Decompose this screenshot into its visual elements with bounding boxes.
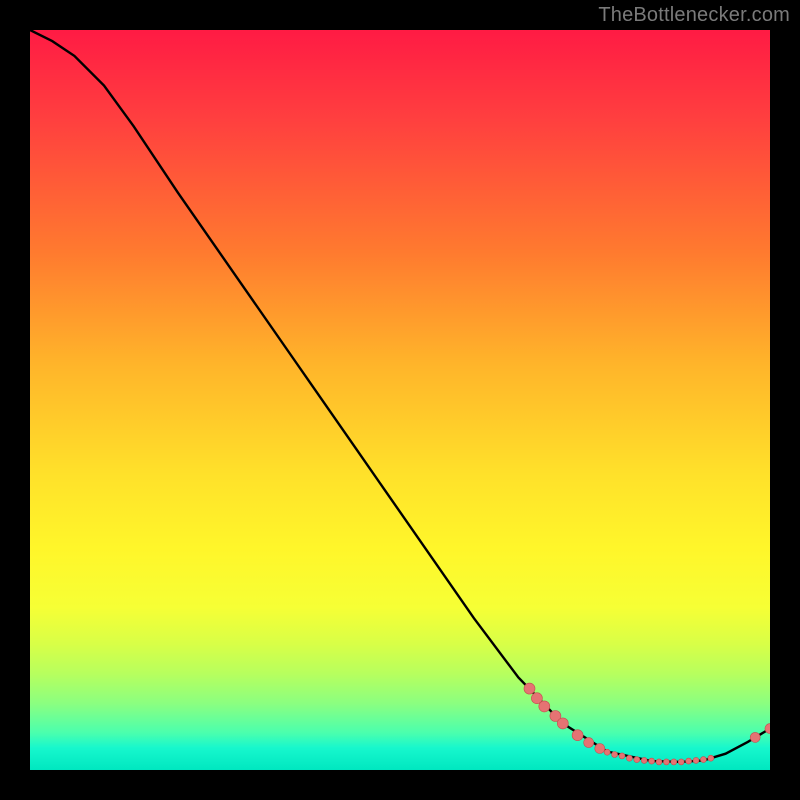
data-marker (656, 759, 662, 765)
data-marker (649, 758, 655, 764)
data-marker (634, 757, 640, 763)
data-marker (604, 749, 610, 755)
data-marker (612, 752, 618, 758)
chart-svg (30, 30, 770, 770)
data-markers (524, 683, 770, 765)
data-marker (641, 757, 647, 763)
data-marker (626, 755, 632, 761)
data-marker (595, 744, 605, 754)
chart-frame: TheBottlenecker.com (0, 0, 800, 800)
data-marker (524, 683, 535, 694)
data-marker (700, 757, 706, 763)
data-marker (539, 701, 550, 712)
data-marker (678, 759, 684, 765)
data-marker (671, 759, 677, 765)
data-marker (663, 759, 669, 765)
data-marker (750, 732, 760, 742)
watermark-text: TheBottlenecker.com (598, 4, 790, 27)
data-marker (693, 757, 699, 763)
plot-area (30, 30, 770, 770)
data-marker (686, 758, 692, 764)
data-marker (619, 753, 625, 759)
bottleneck-curve (30, 30, 770, 762)
data-marker (708, 755, 714, 761)
data-marker (557, 718, 568, 729)
data-marker (572, 730, 583, 741)
data-marker (584, 738, 594, 748)
